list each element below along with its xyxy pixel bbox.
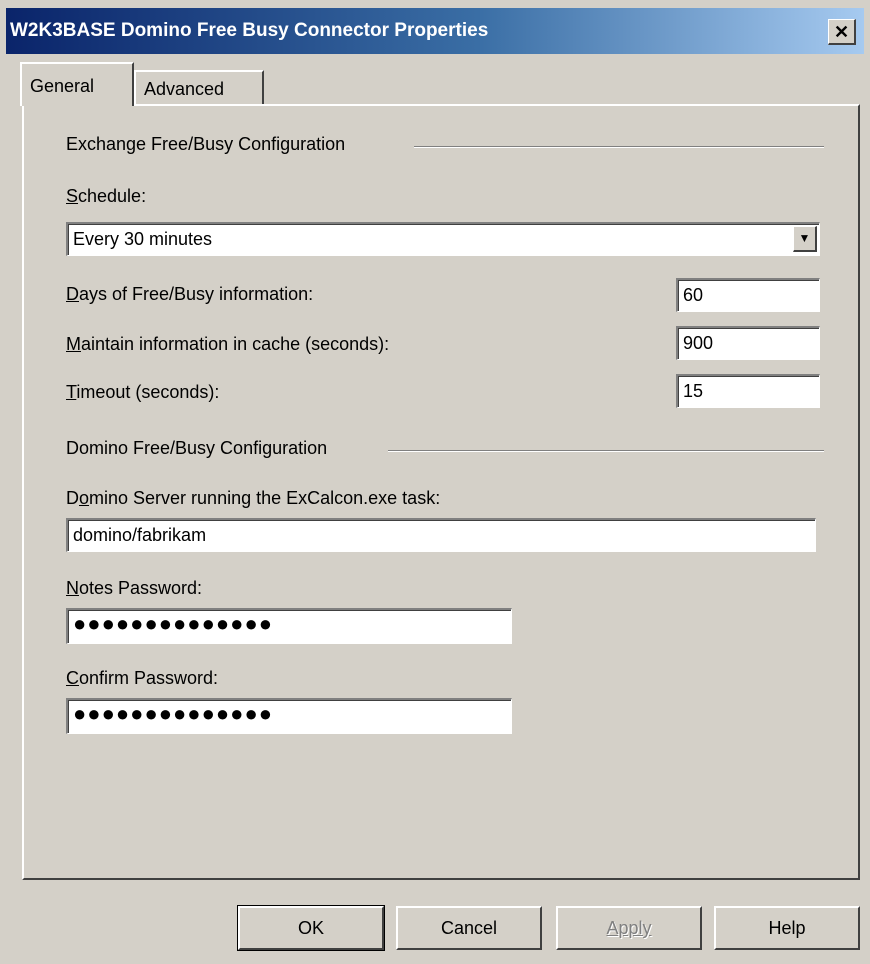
notes-password-field[interactable]: ●●●●●●●●●●●●●● xyxy=(66,608,512,644)
domino-group-divider xyxy=(388,450,824,452)
title-bar[interactable]: W2K3BASE Domino Free Busy Connector Prop… xyxy=(6,8,864,54)
tab-advanced[interactable]: Advanced xyxy=(134,70,264,106)
notes-password-label: Notes Password: xyxy=(66,578,202,599)
notes-password-label-text: otes Password: xyxy=(79,578,203,598)
days-input[interactable]: 60 xyxy=(676,278,820,312)
days-value: 60 xyxy=(683,285,704,305)
window-title: W2K3BASE Domino Free Busy Connector Prop… xyxy=(10,20,489,41)
cancel-button-label: Cancel xyxy=(440,918,498,938)
days-label: Days of Free/Busy information: xyxy=(66,284,313,305)
notes-password-label-accesskey: N xyxy=(66,578,79,598)
exchange-group-divider xyxy=(414,146,824,148)
tab-advanced-label: Advanced xyxy=(144,79,225,99)
schedule-label: Schedule: xyxy=(66,186,146,207)
exchange-group-header: Exchange Free/Busy Configuration xyxy=(66,134,346,154)
help-button-label: Help xyxy=(768,918,806,938)
cache-value: 900 xyxy=(683,333,714,353)
ok-button-label: OK xyxy=(297,918,324,938)
close-button[interactable]: ✕ xyxy=(828,19,856,45)
close-icon: ✕ xyxy=(833,22,850,42)
timeout-value: 15 xyxy=(683,381,704,401)
domino-server-value: domino/fabrikam xyxy=(73,525,207,545)
server-label-accesskey: o xyxy=(79,488,90,508)
schedule-value: Every 30 minutes xyxy=(73,229,213,249)
server-label: Domino Server running the ExCalcon.exe t… xyxy=(66,488,440,509)
server-label-text: mino Server running the ExCalcon.exe tas… xyxy=(89,488,441,508)
cache-label: Maintain information in cache (seconds): xyxy=(66,334,389,355)
help-button[interactable]: Help xyxy=(714,906,860,950)
domino-group-header: Domino Free/Busy Configuration xyxy=(66,438,328,458)
timeout-label-accesskey: T xyxy=(66,382,77,402)
days-label-accesskey: D xyxy=(66,284,79,304)
tab-general[interactable]: General xyxy=(20,62,134,106)
tab-general-label: General xyxy=(30,76,95,96)
properties-dialog: W2K3BASE Domino Free Busy Connector Prop… xyxy=(0,0,870,964)
apply-button-label: Apply xyxy=(606,918,652,938)
timeout-input[interactable]: 15 xyxy=(676,374,820,408)
apply-button[interactable]: Apply xyxy=(556,906,702,950)
cache-input[interactable]: 900 xyxy=(676,326,820,360)
server-label-prefix: D xyxy=(66,488,79,508)
confirm-password-value: ●●●●●●●●●●●●●● xyxy=(73,701,274,726)
days-label-text: ays of Free/Busy information: xyxy=(79,284,314,304)
notes-password-value: ●●●●●●●●●●●●●● xyxy=(73,611,274,636)
ok-button[interactable]: OK xyxy=(237,905,385,951)
timeout-label: Timeout (seconds): xyxy=(66,382,219,403)
confirm-password-label-text: onfirm Password: xyxy=(79,668,219,688)
schedule-label-accesskey: S xyxy=(66,186,79,206)
domino-server-input[interactable]: domino/fabrikam xyxy=(66,518,816,552)
chevron-down-icon[interactable]: ▼ xyxy=(793,226,817,252)
confirm-password-label-accesskey: C xyxy=(66,668,79,688)
schedule-dropdown[interactable]: Every 30 minutes ▼ xyxy=(66,222,820,256)
cache-label-text: aintain information in cache (seconds): xyxy=(81,334,390,354)
cache-label-accesskey: M xyxy=(66,334,81,354)
cancel-button[interactable]: Cancel xyxy=(396,906,542,950)
confirm-password-field[interactable]: ●●●●●●●●●●●●●● xyxy=(66,698,512,734)
timeout-label-text: imeout (seconds): xyxy=(76,382,220,402)
schedule-label-text: chedule: xyxy=(78,186,147,206)
confirm-password-label: Confirm Password: xyxy=(66,668,218,689)
